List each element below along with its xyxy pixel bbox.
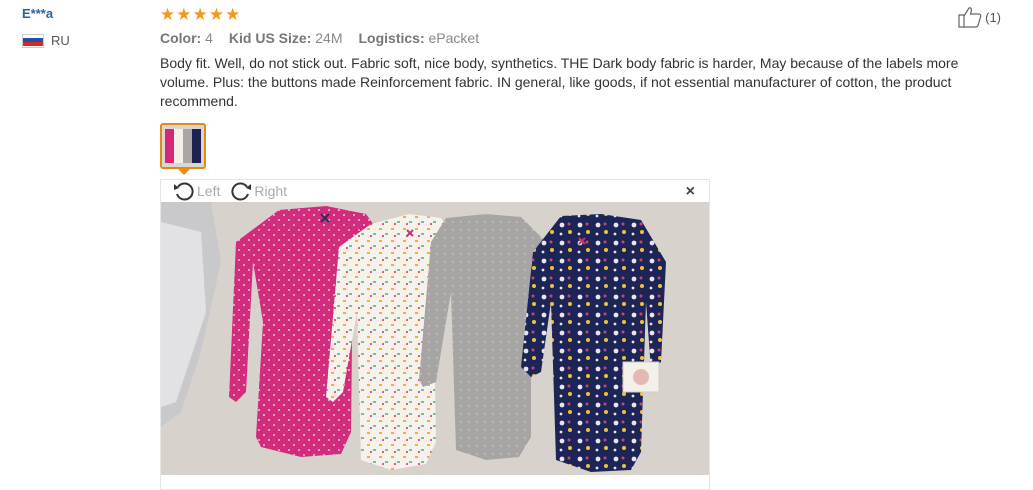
rotate-right-button[interactable]: Right [230,181,287,201]
star-rating: ★ ★ ★ ★ ★ [160,6,1010,24]
baby-bodysuits-photo [161,202,709,475]
attr-logistics: Logistics: ePacket [358,30,480,46]
attr-size: Kid US Size: 24M [228,30,343,46]
russia-flag-icon [22,33,44,48]
order-attributes: Color: 4 Kid US Size: 24M Logistics: ePa… [160,30,1010,46]
attr-color: Color: 4 [160,30,213,46]
star-icon: ★ [208,5,224,24]
review-photo-thumbnail[interactable] [160,123,206,169]
photo-viewer: Left Right × [160,179,710,490]
rotate-right-icon [231,182,252,201]
review-text: Body fit. Well, do not stick out. Fabric… [160,55,959,109]
star-icon: ★ [176,5,192,24]
bodysuits-thumbnail-image [162,125,204,167]
review-photo [161,202,709,475]
country-code: RU [51,33,70,48]
review-body: ★ ★ ★ ★ ★ Color: 4 Kid US Size: 24M Logi… [160,6,1010,490]
reviewer-info: E***a RU [22,6,142,48]
reviewer-country: RU [22,33,142,48]
rotate-right-label: Right [254,183,288,199]
thumbnail-pointer [178,169,190,175]
star-icon: ★ [225,5,241,24]
rotate-left-button[interactable]: Left [173,181,220,201]
rotate-left-icon [174,182,194,201]
star-icon: ★ [160,5,176,24]
close-viewer-button[interactable]: × [686,183,695,201]
reviewer-name: E***a [22,6,54,21]
star-icon: ★ [192,5,208,24]
photo-viewer-toolbar: Left Right × [161,180,709,202]
rotate-left-label: Left [197,183,221,199]
